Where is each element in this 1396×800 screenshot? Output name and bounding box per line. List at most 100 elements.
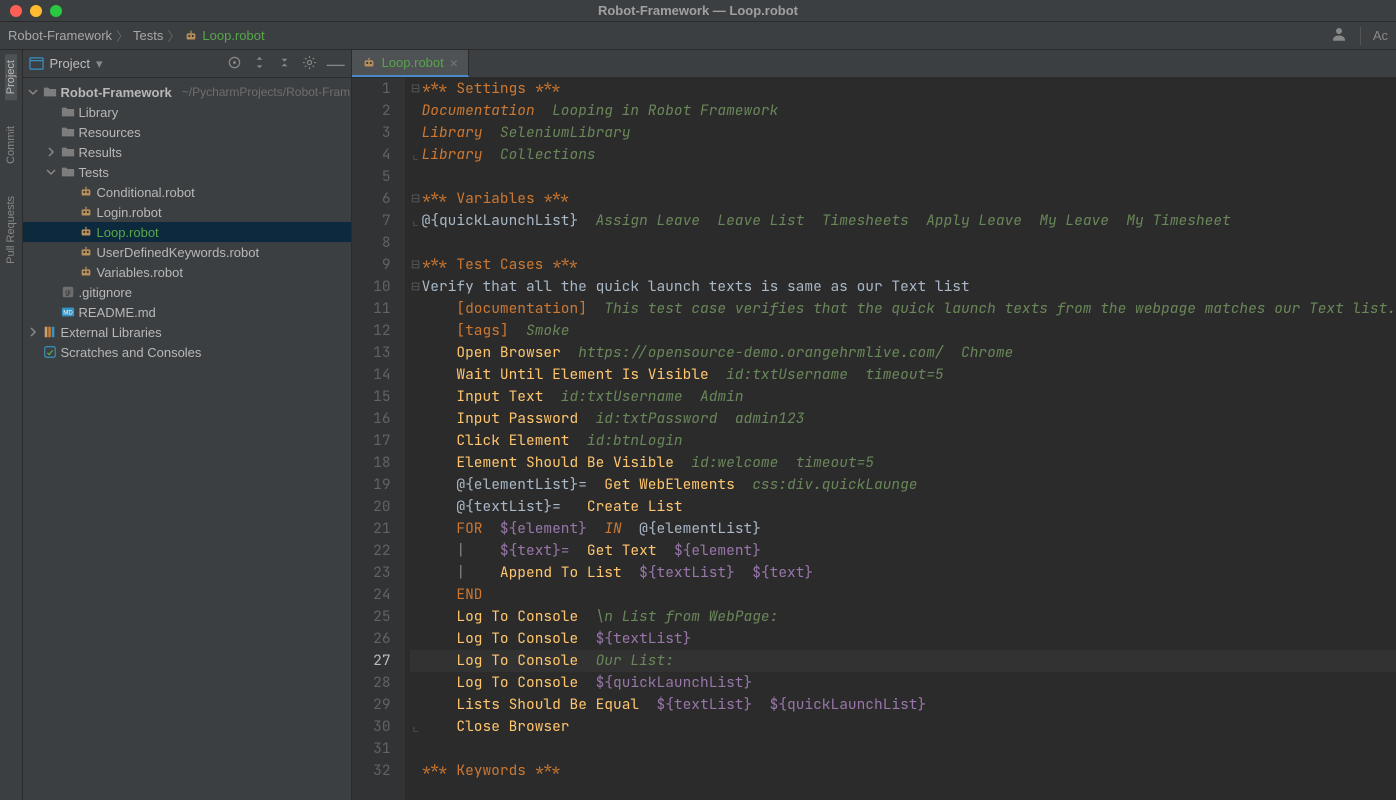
code-line[interactable]: Open Browser https://opensource-demo.ora… [410, 342, 1396, 364]
code-line[interactable]: [documentation] This test case verifies … [410, 298, 1396, 320]
tree-label: Library [79, 105, 119, 120]
close-tab-icon[interactable]: × [450, 55, 458, 71]
line-number: 31 [352, 738, 391, 760]
line-number: 21 [352, 518, 391, 540]
project-selector[interactable]: Project [50, 56, 90, 71]
hide-panel[interactable]: — [327, 55, 345, 73]
code-line[interactable]: ⊟*** Variables *** [410, 188, 1396, 210]
code-line[interactable]: *** Keywords *** [410, 760, 1396, 782]
code-line[interactable]: Library SeleniumLibrary [410, 122, 1396, 144]
code-line[interactable]: ⊟*** Test Cases *** [410, 254, 1396, 276]
code-line[interactable]: @{textList}= Create List [410, 496, 1396, 518]
code-line[interactable]: Log To Console ${quickLaunchList} [410, 672, 1396, 694]
code-line[interactable]: | ${text}= Get Text ${element} [410, 540, 1396, 562]
tree-file-login[interactable]: Login.robot [23, 202, 351, 222]
line-number: 4 [352, 144, 391, 166]
editor-tab-bar: Loop.robot × [352, 50, 1396, 78]
folder-icon [61, 145, 75, 159]
breadcrumb-separator: 〉 [167, 26, 180, 45]
maximize-window[interactable] [50, 5, 62, 17]
nav-ac-button[interactable]: Ac [1373, 28, 1388, 43]
code-line[interactable] [410, 738, 1396, 760]
line-number: 1 [352, 78, 391, 100]
tree-folder-results[interactable]: Results [23, 142, 351, 162]
code-line[interactable]: Input Password id:txtPassword admin123 [410, 408, 1396, 430]
code-line[interactable]: ⊟Verify that all the quick launch texts … [410, 276, 1396, 298]
line-number: 8 [352, 232, 391, 254]
code-line[interactable]: @{elementList}= Get WebElements css:div.… [410, 474, 1396, 496]
code-content[interactable]: ⊟*** Settings *** Documentation Looping … [406, 78, 1396, 800]
nav-separator [1360, 27, 1361, 45]
chevron-down-icon [27, 86, 39, 98]
tree-file-conditional[interactable]: Conditional.robot [23, 182, 351, 202]
tree-external-libraries[interactable]: External Libraries [23, 322, 351, 342]
svg-text:gi: gi [65, 290, 71, 297]
code-line[interactable]: Documentation Looping in Robot Framework [410, 100, 1396, 122]
code-line[interactable]: END [410, 584, 1396, 606]
tree-folder-library[interactable]: Library [23, 102, 351, 122]
code-line[interactable]: ⌞ Close Browser [410, 716, 1396, 738]
collapse-all[interactable] [277, 55, 292, 73]
tree-file-udk[interactable]: UserDefinedKeywords.robot [23, 242, 351, 262]
avatar-button[interactable] [1330, 25, 1348, 46]
tree-root[interactable]: Robot-Framework ~/PycharmProjects/Robot-… [23, 82, 351, 102]
tree-file-gitignore[interactable]: gi .gitignore [23, 282, 351, 302]
tree-scratches[interactable]: Scratches and Consoles [23, 342, 351, 362]
code-line[interactable] [410, 232, 1396, 254]
code-line[interactable]: Log To Console \n List from WebPage: [410, 606, 1396, 628]
tree-folder-resources[interactable]: Resources [23, 122, 351, 142]
line-number: 9 [352, 254, 391, 276]
code-line[interactable]: ⌞@{quickLaunchList} Assign Leave Leave L… [410, 210, 1396, 232]
tool-tab-pull-requests[interactable]: Pull Requests [5, 190, 17, 270]
tree-label: Scratches and Consoles [61, 345, 202, 360]
code-line[interactable]: Lists Should Be Equal ${textList} ${quic… [410, 694, 1396, 716]
code-line[interactable]: Log To Console Our List: [410, 650, 1396, 672]
gear-icon[interactable] [302, 55, 317, 73]
breadcrumb-separator: 〉 [116, 26, 129, 45]
tool-tab-project[interactable]: Project [5, 54, 17, 100]
tree-root-path: ~/PycharmProjects/Robot-Fram [182, 85, 350, 99]
robot-icon [184, 29, 198, 43]
code-line[interactable]: FOR ${element} IN @{elementList} [410, 518, 1396, 540]
code-line[interactable]: Log To Console ${textList} [410, 628, 1396, 650]
code-line[interactable]: Click Element id:btnLogin [410, 430, 1396, 452]
breadcrumb-current-label: Loop.robot [202, 28, 264, 43]
line-number: 22 [352, 540, 391, 562]
select-opened-file[interactable] [227, 55, 242, 73]
folder-icon [43, 85, 57, 99]
editor-tab-loop[interactable]: Loop.robot × [352, 50, 469, 77]
breadcrumb-root[interactable]: Robot-Framework [8, 28, 112, 43]
code-line[interactable]: | Append To List ${textList} ${text} [410, 562, 1396, 584]
line-number: 7 [352, 210, 391, 232]
line-number: 13 [352, 342, 391, 364]
code-line[interactable]: Input Text id:txtUsername Admin [410, 386, 1396, 408]
close-window[interactable] [10, 5, 22, 17]
tree-file-variables[interactable]: Variables.robot [23, 262, 351, 282]
line-number: 15 [352, 386, 391, 408]
line-number: 11 [352, 298, 391, 320]
tree-folder-tests[interactable]: Tests [23, 162, 351, 182]
project-tree: Robot-Framework ~/PycharmProjects/Robot-… [23, 78, 351, 800]
code-line[interactable]: ⊟*** Settings *** [410, 78, 1396, 100]
tree-label: Results [79, 145, 122, 160]
minimize-window[interactable] [30, 5, 42, 17]
folder-icon [61, 165, 75, 179]
editor[interactable]: 1 2 3 4 5 6 7 8 9 10 11 12 13 14 15 16 1… [352, 78, 1396, 800]
code-line[interactable]: ⌞Library Collections [410, 144, 1396, 166]
expand-all[interactable] [252, 55, 267, 73]
breadcrumb-current[interactable]: Loop.robot [184, 28, 264, 43]
tree-file-readme[interactable]: MD README.md [23, 302, 351, 322]
sidebar-header: Project ▾ — [23, 50, 351, 78]
workbench: Project Commit Pull Requests Project ▾ — [0, 50, 1396, 800]
code-line[interactable]: Element Should Be Visible id:welcome tim… [410, 452, 1396, 474]
window-controls [0, 5, 62, 17]
code-line[interactable]: Wait Until Element Is Visible id:txtUser… [410, 364, 1396, 386]
editor-tab-label: Loop.robot [382, 55, 444, 70]
code-line[interactable] [410, 166, 1396, 188]
project-view-icon [29, 56, 44, 71]
tool-tab-commit[interactable]: Commit [5, 120, 17, 170]
code-line[interactable]: [tags] Smoke [410, 320, 1396, 342]
tree-file-loop[interactable]: Loop.robot [23, 222, 351, 242]
breadcrumb-tests[interactable]: Tests [133, 28, 163, 43]
vertical-tool-tabs: Project Commit Pull Requests [0, 50, 23, 800]
